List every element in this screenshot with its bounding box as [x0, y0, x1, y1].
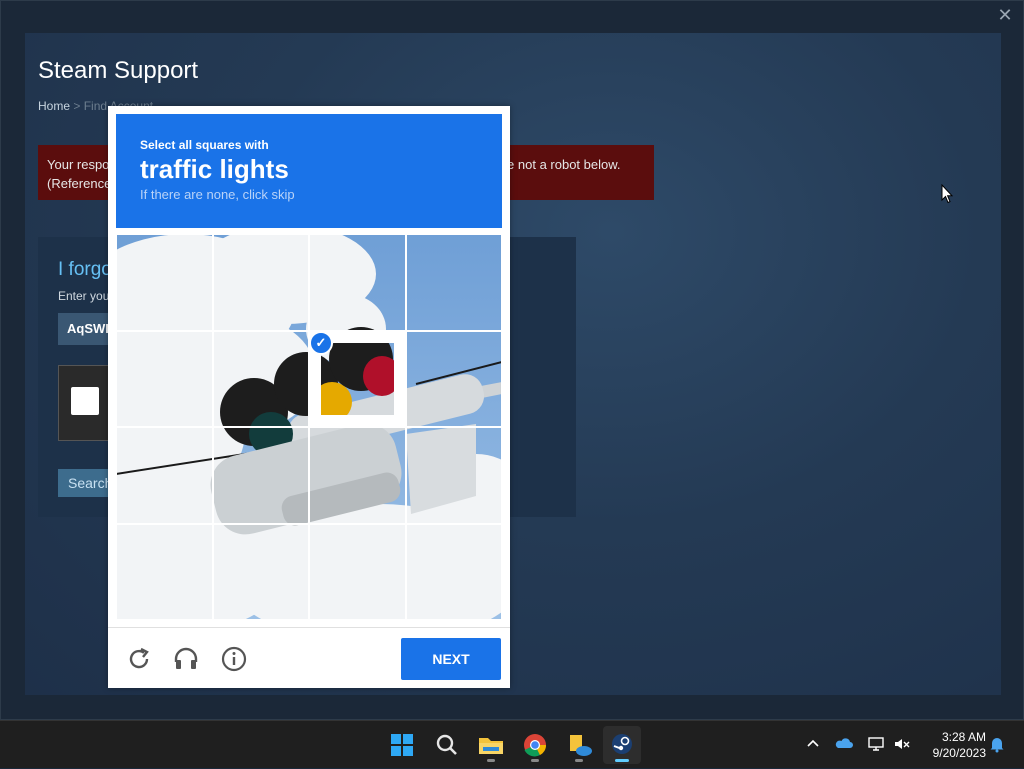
captcha-tile[interactable] [309, 234, 406, 331]
captcha-tile[interactable] [116, 234, 213, 331]
error-reference: (Reference [47, 176, 112, 191]
breadcrumb-separator: > [73, 99, 81, 113]
robot-checkbox[interactable] [71, 387, 99, 415]
onedrive-icon[interactable] [835, 735, 853, 753]
captcha-dialog: Select all squares with traffic lights I… [108, 106, 510, 688]
steam-icon[interactable] [603, 726, 641, 764]
panel-label: Enter you [58, 289, 110, 303]
checkmark-icon: ✓ [309, 330, 333, 355]
captcha-tile[interactable] [309, 523, 406, 620]
chevron-up-icon[interactable] [804, 735, 822, 753]
captcha-tile[interactable] [212, 523, 309, 620]
captcha-tile[interactable] [212, 330, 309, 427]
notification-bell-icon[interactable] [988, 735, 1006, 753]
error-text-end: u're not a robot below. [493, 157, 621, 172]
windows-start-icon[interactable] [383, 726, 421, 764]
next-button[interactable]: NEXT [401, 638, 501, 680]
captcha-image-grid: ✓ [116, 234, 502, 620]
breadcrumb-home[interactable]: Home [38, 99, 70, 113]
captcha-tile[interactable]: ✓ [309, 330, 406, 427]
mouse-cursor-icon [941, 184, 953, 204]
taskbar: 3:28 AM 9/20/2023 [0, 720, 1024, 768]
captcha-footer: NEXT [108, 627, 510, 689]
captcha-hint: If there are none, click skip [140, 187, 295, 202]
chrome-icon[interactable] [516, 726, 554, 764]
captcha-tile[interactable] [405, 427, 502, 524]
clock-date: 9/20/2023 [932, 746, 986, 760]
captcha-tile[interactable] [116, 427, 213, 524]
error-text-start: Your respo [47, 157, 110, 172]
captcha-tile[interactable] [116, 330, 213, 427]
page-title: Steam Support [38, 57, 199, 84]
captcha-tile[interactable] [212, 234, 309, 331]
search-icon[interactable] [428, 726, 466, 764]
audio-icon[interactable] [173, 646, 199, 672]
clock-time: 3:28 AM [941, 730, 986, 744]
captcha-prompt: Select all squares with [140, 138, 269, 152]
info-icon[interactable] [221, 646, 247, 672]
captcha-target: traffic lights [140, 154, 289, 184]
captcha-tile[interactable] [405, 234, 502, 331]
captcha-tile[interactable] [405, 330, 502, 427]
volume-muted-icon[interactable] [893, 735, 911, 753]
captcha-header: Select all squares with traffic lights I… [116, 114, 502, 228]
network-icon[interactable] [867, 735, 885, 753]
captcha-tile[interactable] [405, 523, 502, 620]
taskbar-clock[interactable]: 3:28 AM 9/20/2023 [920, 729, 986, 761]
captcha-tile[interactable] [116, 523, 213, 620]
captcha-tile[interactable] [212, 427, 309, 524]
captcha-tile[interactable] [309, 427, 406, 524]
close-button[interactable]: ✕ [995, 5, 1015, 25]
files-cloud-icon[interactable] [560, 726, 598, 764]
reload-icon[interactable] [126, 646, 152, 672]
file-explorer-icon[interactable] [472, 726, 510, 764]
panel-title: I forgo [58, 259, 112, 280]
